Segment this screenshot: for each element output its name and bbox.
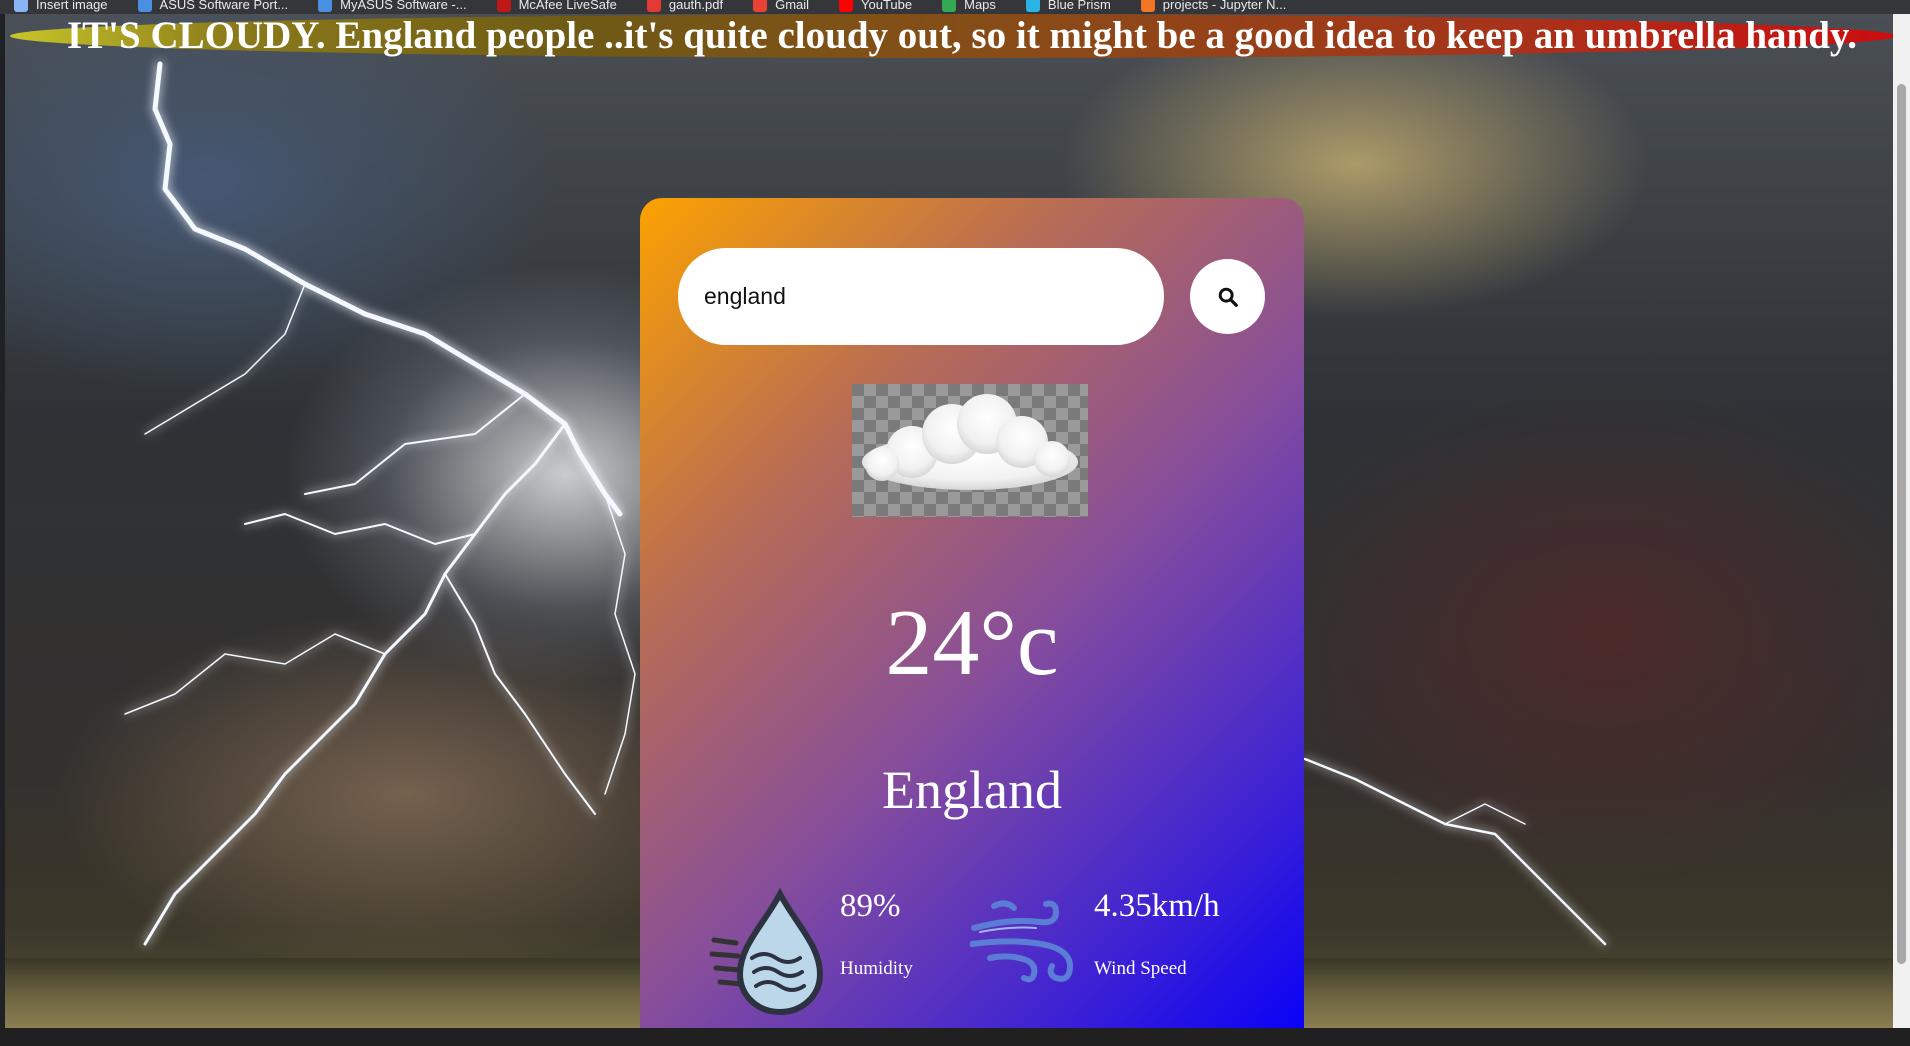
bookmark-item[interactable]: Gmail: [753, 0, 809, 12]
weather-card: 24°c England 89% Humidity 4.35km/h Wind …: [640, 198, 1304, 1028]
cloud-icon: [862, 394, 1078, 490]
bookmark-item[interactable]: gauth.pdf: [646, 0, 724, 12]
bookmark-label: YouTube: [861, 0, 913, 12]
asus-icon: [137, 0, 152, 12]
jupyter-icon: [1140, 0, 1155, 12]
bookmark-label: Gmail: [775, 0, 810, 12]
bookmark-item[interactable]: MyASUS Software -...: [318, 0, 467, 12]
city-search-input[interactable]: [678, 248, 1164, 345]
temperature-value: 24°c: [885, 591, 1059, 695]
banner-text: IT'S CLOUDY. England people ..it's quite…: [66, 14, 1858, 57]
bookmark-label: Maps: [964, 0, 996, 12]
blue-prism-icon: [1025, 0, 1040, 12]
taskbar: [0, 1028, 1910, 1046]
search-button[interactable]: [1190, 259, 1265, 334]
bookmark-label: Insert image: [36, 0, 108, 12]
humidity-drop-icon: [709, 888, 824, 1016]
globe-icon: [14, 0, 28, 12]
pdf-icon: [646, 0, 661, 12]
bookmark-item[interactable]: Blue Prism: [1025, 0, 1111, 12]
bookmarks-bar: Insert image ASUS Software Port... MyASUS …: [0, 0, 1910, 14]
bookmark-label: projects - Jupyter N...: [1162, 0, 1287, 12]
scrollbar-thumb[interactable]: [1897, 84, 1906, 964]
bookmark-label: Blue Prism: [1047, 0, 1111, 12]
page-scrollbar[interactable]: [1893, 14, 1910, 1028]
bookmark-label: ASUS Software Port...: [159, 0, 289, 12]
bookmark-label: gauth.pdf: [668, 0, 724, 12]
youtube-icon: [839, 0, 854, 12]
bookmark-label: McAfee LiveSafe: [518, 0, 617, 12]
search-icon: [1218, 287, 1238, 307]
city-name: England: [882, 760, 1062, 820]
asus-icon: [318, 0, 333, 12]
bookmark-item[interactable]: Insert image: [14, 0, 108, 12]
gmail-icon: [753, 0, 768, 12]
humidity-label: Humidity: [840, 958, 913, 979]
bookmark-item[interactable]: projects - Jupyter N...: [1140, 0, 1287, 12]
bookmark-item[interactable]: Maps: [942, 0, 996, 12]
wind-speed-value: 4.35km/h: [1094, 888, 1220, 924]
bookmark-item[interactable]: YouTube: [839, 0, 912, 12]
weather-banner: IT'S CLOUDY. England people ..it's quite…: [10, 14, 1896, 58]
weather-condition-image: [852, 384, 1088, 517]
wind-speed-label: Wind Speed: [1094, 958, 1187, 979]
wind-icon: [970, 900, 1074, 983]
mcafee-icon: [496, 0, 511, 12]
bookmark-label: MyASUS Software -...: [340, 0, 467, 12]
humidity-value: 89%: [840, 888, 901, 924]
bookmark-item[interactable]: McAfee LiveSafe: [496, 0, 617, 12]
bookmark-item[interactable]: ASUS Software Port...: [137, 0, 289, 12]
maps-icon: [942, 0, 957, 12]
